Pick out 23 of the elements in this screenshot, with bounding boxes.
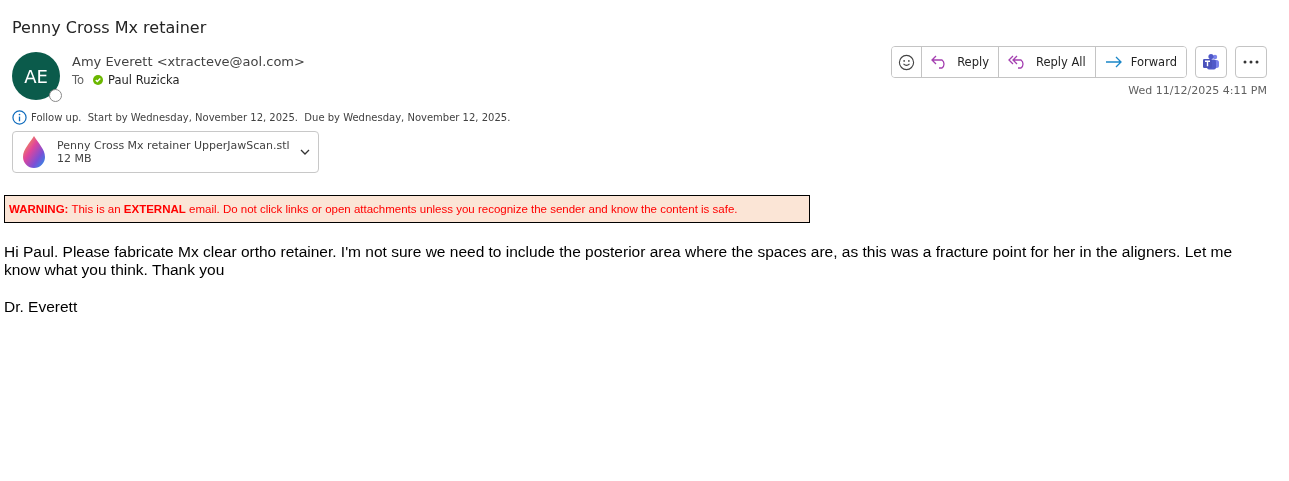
attachment-size: 12 MB bbox=[57, 152, 93, 165]
recipient-name[interactable]: Paul Ruzicka bbox=[108, 73, 180, 87]
teams-icon bbox=[1202, 53, 1220, 71]
to-label: To bbox=[72, 73, 85, 87]
teams-button[interactable] bbox=[1195, 46, 1227, 78]
email-subject: Penny Cross Mx retainer bbox=[11, 17, 208, 39]
external-warning: WARNING: This is an EXTERNAL email. Do not click links or open attachments unless you recognize the sender and know the content is safe. bbox=[4, 195, 810, 223]
more-icon bbox=[1243, 60, 1259, 64]
body-paragraph: Dr. Everett bbox=[4, 298, 79, 316]
info-icon bbox=[12, 110, 27, 125]
sender-name[interactable]: Amy Everett <xtracteve@aol.com> bbox=[72, 54, 305, 69]
drop-icon bbox=[21, 135, 47, 169]
avatar[interactable]: AE bbox=[12, 52, 60, 100]
attachment-card[interactable]: Penny Cross Mx retainer UpperJawScan.stl 12 MB bbox=[12, 131, 319, 173]
forward-icon bbox=[1104, 56, 1123, 68]
body-paragraph: Hi Paul. Please fabricate Mx clear ortho retainer. I'm not sure we need to include the posterior area where the spaces are, as this was a fracture point for her in the aligners. Let me know what you think. Thank you bbox=[4, 243, 1234, 279]
forward-button[interactable]: Forward bbox=[1094, 47, 1186, 77]
follow-up-text: Follow up. Start by Wednesday, November 12, 2025. Due by Wednesday, November 12, 2025. bbox=[31, 112, 511, 123]
chevron-down-icon[interactable] bbox=[299, 149, 310, 155]
smiley-icon bbox=[898, 53, 916, 71]
sent-date: Wed 11/12/2025 4:11 PM bbox=[1128, 84, 1267, 97]
attachment-name: Penny Cross Mx retainer UpperJawScan.stl bbox=[57, 139, 290, 152]
available-status-icon bbox=[93, 75, 104, 85]
